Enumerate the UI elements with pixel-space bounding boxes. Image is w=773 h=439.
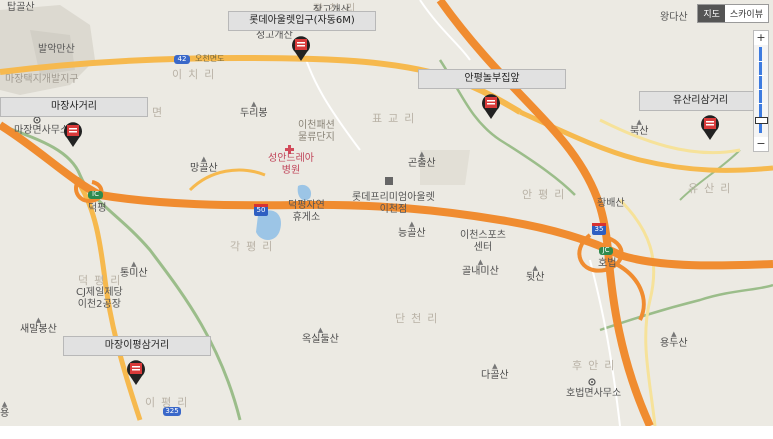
place-cj: CJ제일제당 이천2공장 <box>76 287 123 310</box>
skyview-mode-button[interactable]: 스카이뷰 <box>724 5 768 22</box>
place-hospital: 성안드레아 병원 <box>268 153 314 176</box>
zoom-in-button[interactable]: + <box>754 31 768 45</box>
place-logistics: 이천패션 물류단지 <box>298 120 335 143</box>
zoom-tick <box>757 103 764 104</box>
callout-yusan-junction[interactable]: 유산리삼거리 <box>639 91 762 111</box>
cctv-pin-icon[interactable] <box>290 34 312 62</box>
cctv-pin-icon[interactable] <box>125 358 147 386</box>
place-sports-center: 이천스포츠 센터 <box>460 230 506 253</box>
peak-mangolsan: ▲ 망골산 <box>190 155 218 174</box>
place-majang-dev: 마장택지개발지구 <box>5 74 79 85</box>
district-danchun: 단천리 <box>395 312 444 325</box>
district-gakpyeong: 각평리 <box>230 240 279 253</box>
jc-hobeop-shield: JC <box>602 246 610 254</box>
peak-saemalbongsan: ▲ 새말봉산 <box>20 316 57 335</box>
place-hobeop: 호법 <box>598 258 617 269</box>
place-hobeop-office: 호법면사무소 <box>566 388 622 399</box>
peak-golnaemisan: ▲ 골내미산 <box>462 258 499 277</box>
district-pyogyo: 표교리 <box>372 112 421 125</box>
callout-majang-crossroad[interactable]: 마장사거리 <box>0 97 148 117</box>
place-balyakmansan: 발악만산 <box>38 44 75 55</box>
place-jeonggogaesan: 정고개산 <box>256 30 293 41</box>
cctv-pin-icon[interactable] <box>62 120 84 148</box>
peak-oksildulsan: ▲ 옥실둘산 <box>302 326 339 345</box>
zoom-tick <box>757 61 764 62</box>
zoom-tick <box>757 89 764 90</box>
zoom-tick <box>757 75 764 76</box>
place-tapgolsan: 탑골산 <box>7 2 35 13</box>
peak-neunggolsan: ▲ 능골산 <box>398 220 426 239</box>
peak-buksan: ▲ 북산 <box>630 118 649 137</box>
peak-gonchulsan: ▲ 곤출산 <box>408 150 436 169</box>
ic-majang-shield: IC <box>92 190 99 198</box>
zoom-slider-handle[interactable] <box>755 117 768 124</box>
zoom-out-button[interactable]: − <box>754 137 768 151</box>
district-huan: 후안리 <box>572 359 621 372</box>
peak-hwangbaesan: 황배산 <box>597 198 625 209</box>
callout-lotte-outlet-entrance[interactable]: 롯데아울렛입구(자동6M) <box>228 11 376 31</box>
place-rest-area: 덕평자연 휴게소 <box>288 200 325 223</box>
peak-durebong: ▲ 두리봉 <box>240 100 268 119</box>
district-yusan: 유산리 <box>688 182 737 195</box>
map-footer <box>0 426 773 439</box>
peak-dagolsan: ▲ 다골산 <box>481 362 509 381</box>
zoom-control[interactable]: + − <box>753 30 769 152</box>
district-anpyeong: 안평리 <box>522 188 571 201</box>
district-ichi: 이치리 <box>172 68 221 81</box>
place-outlet: 롯데프리미엄아울렛 이천점 <box>352 192 435 215</box>
place-wangdasan: 왕다산 <box>660 12 688 23</box>
callout-majang-ipyeong-junction[interactable]: 마장이평삼거리 <box>63 336 211 356</box>
cctv-pin-icon[interactable] <box>699 113 721 141</box>
district-myeon: 면 <box>152 106 169 119</box>
district-ipyeong: 이평리 <box>145 396 194 409</box>
route-42-name: 오천면도 <box>195 54 225 63</box>
place-dokpyeong: 덕평 <box>88 203 107 214</box>
route-35-shield: 35 <box>594 225 604 233</box>
callout-anpyeong-nolbu[interactable]: 안평놀부집앞 <box>418 69 566 89</box>
peak-tongmisan: ▲ 통미산 <box>120 260 148 279</box>
peak-yong-partial: ▲ 용 <box>0 400 10 419</box>
route-42-shield: 42 <box>177 55 187 63</box>
place-majang-office: 마장면사무소 <box>14 125 70 136</box>
map-view[interactable]: 42 오천면도 50 35 325 IC JC 각평리 표교리 안평리 유산리 … <box>0 0 773 426</box>
map-type-toggle[interactable]: 지도 스카이뷰 <box>697 4 769 23</box>
cctv-pin-icon[interactable] <box>480 92 502 120</box>
map-mode-button[interactable]: 지도 <box>698 5 725 22</box>
route-50-shield: 50 <box>256 206 266 214</box>
peak-yongdusan: ▲ 용두산 <box>660 330 688 349</box>
peak-twisan: ▲ 뒷산 <box>526 264 545 283</box>
